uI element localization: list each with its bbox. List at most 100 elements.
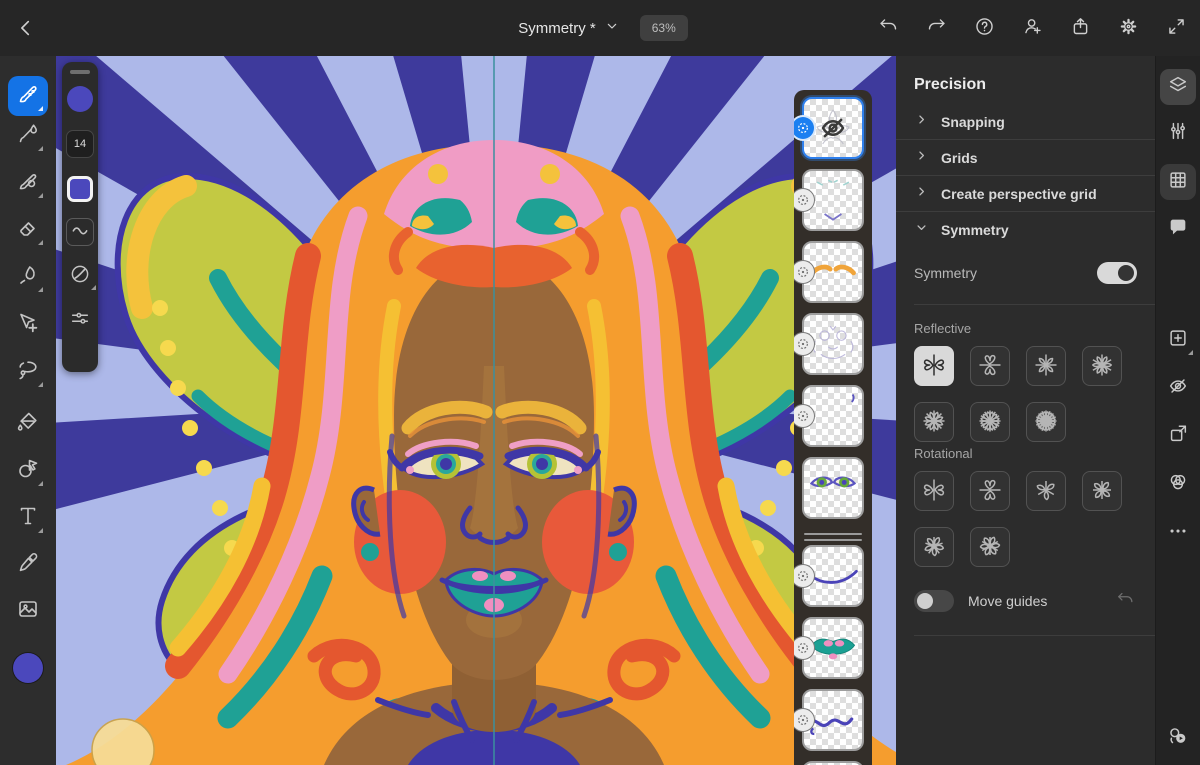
wave-icon — [70, 220, 90, 245]
tool-fill[interactable] — [8, 404, 48, 444]
tool-pixel-brush[interactable] — [8, 76, 48, 116]
layer-properties-button[interactable] — [1160, 466, 1196, 502]
rotational-4-button[interactable] — [1082, 471, 1122, 511]
section-grids[interactable]: Grids — [896, 140, 1155, 176]
rotational-symmetry-icon — [1087, 475, 1117, 508]
reflective-12-button[interactable] — [970, 402, 1010, 442]
reset-guides-button[interactable] — [1110, 589, 1141, 613]
rotational-2-v-button[interactable] — [914, 471, 954, 511]
chevron-down-icon — [604, 18, 620, 38]
tool-live-brush[interactable] — [8, 116, 48, 156]
brush-mixer-icon — [16, 169, 40, 198]
color-chip[interactable] — [67, 176, 93, 202]
reflective-6-button[interactable] — [1082, 346, 1122, 386]
document-title: Symmetry * — [518, 19, 596, 37]
layer-preview[interactable] — [802, 457, 864, 519]
back-button[interactable] — [12, 14, 40, 42]
drag-handle[interactable] — [70, 70, 90, 74]
layer-group-divider[interactable] — [804, 533, 862, 541]
adjustments-button[interactable] — [1160, 115, 1196, 151]
hide-layer-button[interactable] — [1160, 370, 1196, 406]
chevron-right-icon — [914, 184, 929, 204]
layers-strip — [794, 90, 872, 765]
tool-eyedropper[interactable] — [8, 545, 48, 585]
rotational-2-h-button[interactable] — [970, 471, 1010, 511]
dots-icon — [1167, 520, 1189, 547]
help-button[interactable] — [960, 0, 1008, 56]
comment-icon — [1167, 216, 1189, 243]
add-person-icon — [1022, 16, 1043, 40]
symmetry-toggle-label: Symmetry — [914, 265, 977, 281]
fullscreen-button[interactable] — [1152, 0, 1200, 56]
more-options-button[interactable] — [1160, 515, 1196, 551]
canvas[interactable] — [56, 56, 896, 765]
timelapse-icon — [1167, 725, 1189, 752]
layer-thumbnail[interactable] — [802, 761, 864, 765]
layer-thumbnail[interactable] — [794, 617, 864, 679]
tool-options-panel: 14 — [62, 62, 98, 372]
reflective-symmetry-icon — [1031, 350, 1061, 383]
layer-thumbnail[interactable] — [802, 457, 864, 519]
reflective-16-button[interactable] — [1026, 402, 1066, 442]
symmetry-toggle[interactable] — [1097, 262, 1137, 284]
tool-smudge[interactable] — [8, 257, 48, 297]
comment-button[interactable] — [1160, 211, 1196, 247]
tool-lasso[interactable] — [8, 352, 48, 392]
share-button[interactable] — [1056, 0, 1104, 56]
transform-layer-button[interactable] — [1160, 418, 1196, 454]
grid-icon — [1167, 169, 1189, 196]
layer-thumbnail[interactable] — [794, 385, 864, 447]
reflective-4-button[interactable] — [1026, 346, 1066, 386]
move-guides-toggle[interactable] — [914, 590, 954, 612]
rotational-symmetry-icon — [1031, 475, 1061, 508]
brush-preview[interactable] — [67, 86, 93, 112]
reflective-8-button[interactable] — [914, 402, 954, 442]
settings-button[interactable] — [1104, 0, 1152, 56]
section-create-perspective-grid[interactable]: Create perspective grid — [896, 176, 1155, 212]
precision-button[interactable] — [1160, 164, 1196, 200]
layer-thumbnail[interactable] — [794, 545, 864, 607]
reflective-symmetry-icon — [1087, 350, 1117, 383]
tool-text[interactable] — [8, 498, 48, 538]
redo-button[interactable] — [912, 0, 960, 56]
brush-settings-button[interactable] — [66, 306, 94, 334]
rotational-6-button[interactable] — [970, 527, 1010, 567]
add-layer-button[interactable] — [1160, 322, 1196, 358]
layer-thumbnail[interactable] — [794, 689, 864, 751]
tool-shape[interactable] — [8, 451, 48, 491]
invite-collaborator-button[interactable] — [1008, 0, 1056, 56]
flow-icon — [69, 263, 91, 290]
tool-mixer-brush[interactable] — [8, 163, 48, 203]
rotational-label: Rotational — [914, 446, 973, 461]
brush-size-value: 14 — [73, 138, 87, 150]
adjust-icon — [1167, 120, 1189, 147]
layer-preview[interactable] — [802, 761, 864, 765]
layer-thumbnail[interactable] — [794, 241, 864, 303]
reflective-2-h-button[interactable] — [970, 346, 1010, 386]
tool-place-image[interactable] — [8, 591, 48, 631]
tool-eraser[interactable] — [8, 210, 48, 250]
reflective-2-v-button[interactable] — [914, 346, 954, 386]
layer-thumbnail[interactable] — [794, 169, 864, 231]
smoothing-button[interactable] — [66, 218, 94, 246]
reset-icon — [1116, 590, 1135, 612]
panel-title: Precision — [914, 76, 987, 93]
layer-thumbnail[interactable] — [794, 313, 864, 375]
undo-button[interactable] — [864, 0, 912, 56]
section-symmetry[interactable]: Symmetry — [896, 212, 1155, 248]
document-title-dropdown[interactable]: Symmetry * — [512, 17, 626, 39]
tool-move[interactable] — [8, 305, 48, 345]
flow-button[interactable] — [66, 262, 96, 290]
zoom-level-badge[interactable]: 63% — [639, 15, 688, 41]
layer-thumbnail[interactable] — [794, 97, 864, 159]
rotational-3-button[interactable] — [1026, 471, 1066, 511]
layers-button[interactable] — [1160, 69, 1196, 105]
brush-size-field[interactable]: 14 — [66, 130, 94, 158]
redo-icon — [926, 16, 947, 40]
foreground-color-swatch[interactable] — [13, 653, 43, 683]
timelapse-button[interactable] — [1160, 720, 1196, 756]
section-snapping[interactable]: Snapping — [896, 104, 1155, 140]
rotational-5-button[interactable] — [914, 527, 954, 567]
reflective-symmetry-icon — [975, 350, 1005, 383]
precision-panel: Precision Snapping Grids Create perspectiv… — [896, 56, 1155, 765]
